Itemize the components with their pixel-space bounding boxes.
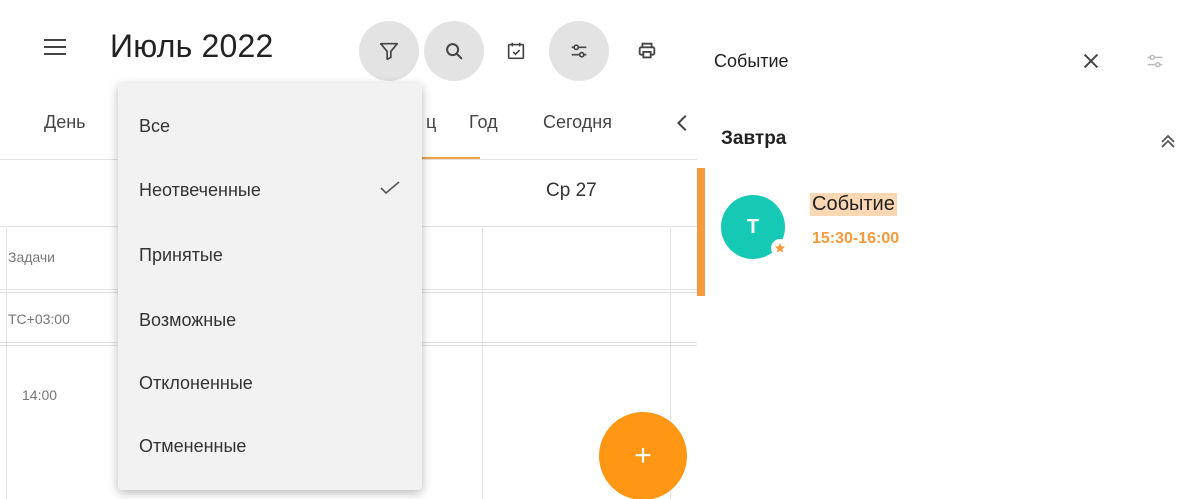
panel-title: Событие [714,51,789,71]
grid-line [482,228,483,499]
print-button[interactable] [617,21,677,81]
event-color-bar [697,168,705,296]
group-heading: Завтра [721,128,787,149]
event-item[interactable]: T Событие 15:30-16:00 [697,168,1177,296]
tab-year[interactable]: Год [469,112,498,133]
filter-option-all[interactable]: Все [118,103,422,149]
print-icon [638,42,656,59]
filter-option-tentative[interactable]: Возможные [118,297,422,343]
sliders-icon[interactable] [1144,50,1166,72]
calendar-check-button[interactable] [486,21,546,81]
add-event-button[interactable]: + [599,412,687,499]
sliders-icon [571,44,587,58]
filter-dropdown: Все Неотвеченные Принятые Возможные Откл… [118,83,422,490]
filter-button[interactable] [359,21,419,81]
tasks-row-label: Задачи [8,249,56,265]
event-time: 15:30-16:00 [812,230,900,247]
calendar-check-icon [507,42,525,60]
check-icon [380,181,400,195]
tab-month[interactable]: ц [426,112,436,133]
search-icon [446,43,463,60]
month-title: Июль 2022 [110,28,274,64]
menu-icon[interactable] [44,38,66,56]
close-icon[interactable] [1080,50,1102,72]
chevron-left-icon[interactable] [672,112,694,134]
collapse-icon[interactable] [1159,131,1177,149]
filter-option-unanswered[interactable]: Неотвеченные [118,167,422,213]
star-icon [771,239,789,257]
settings-button[interactable] [549,21,609,81]
filter-option-declined[interactable]: Отклоненные [118,360,422,406]
event-panel: Событие Завтра T Событие 15:30-16:00 [697,0,1177,499]
filter-icon [379,42,399,61]
tab-today[interactable]: Сегодня [543,112,612,133]
tab-day[interactable]: День [44,112,86,133]
filter-option-label: Неотвеченные [139,179,261,200]
timezone-label: TC+03:00 [8,311,70,327]
time-label: 14:00 [22,387,58,403]
grid-line [6,228,7,499]
event-title: Событие [810,193,897,216]
filter-option-accepted[interactable]: Принятые [118,232,422,278]
filter-option-cancelled[interactable]: Отмененные [118,423,422,469]
search-button[interactable] [424,21,484,81]
day-header[interactable]: Ср 27 [546,180,597,202]
